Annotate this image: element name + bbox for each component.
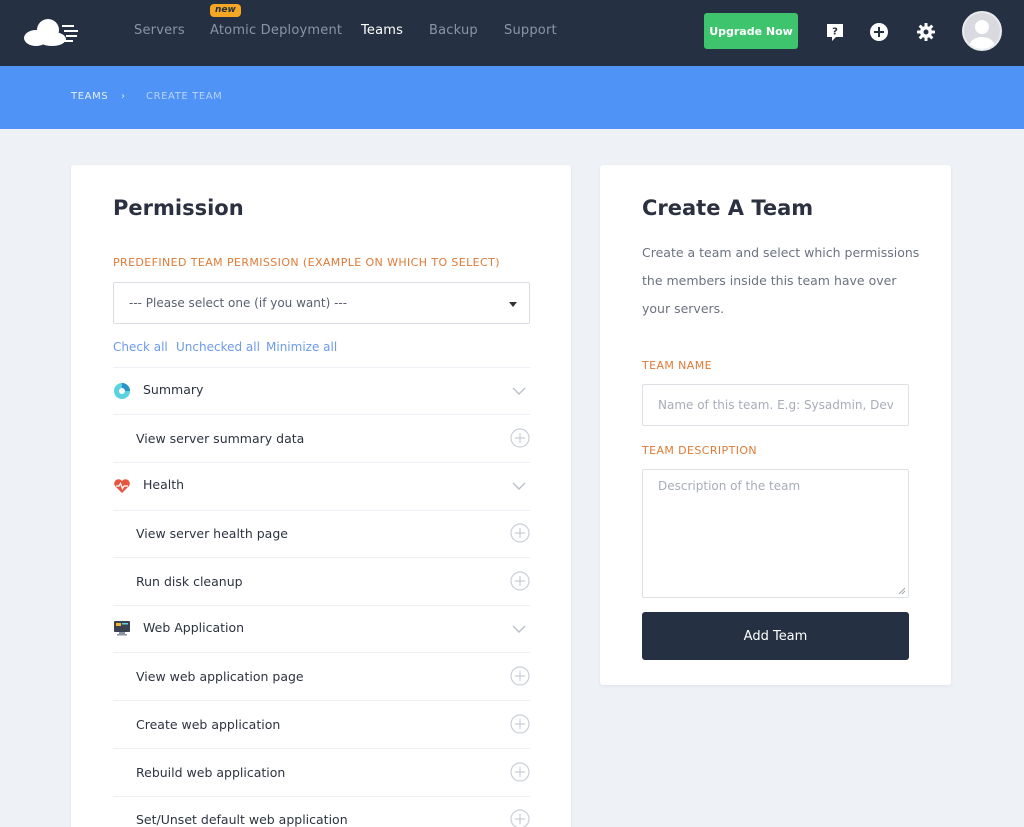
permission-item-label: View server summary data — [136, 431, 305, 446]
svg-text:?: ? — [832, 27, 838, 38]
nav-support[interactable]: Support — [504, 23, 557, 38]
permission-title: Permission — [113, 196, 244, 220]
permission-item-label: View web application page — [136, 669, 304, 684]
cloud-logo-icon[interactable] — [22, 16, 80, 48]
minimize-all-link[interactable]: Minimize all — [266, 340, 337, 354]
avatar[interactable] — [962, 11, 1002, 51]
permission-item[interactable]: Set/Unset default web application — [113, 797, 530, 827]
chevron-down-icon[interactable] — [512, 481, 526, 491]
uncheck-all-link[interactable]: Unchecked all — [176, 340, 260, 354]
team-description-textarea[interactable] — [642, 469, 909, 598]
team-name-input[interactable] — [642, 384, 909, 426]
chevron-down-icon[interactable] — [512, 624, 526, 634]
create-team-description-line: the members inside this team have over — [642, 273, 897, 288]
monitor-icon — [114, 621, 130, 636]
permission-item-label: View server health page — [136, 526, 288, 541]
select-value: --- Please select one (if you want) --- — [129, 296, 348, 310]
top-navbar: Servers new Atomic Deployment Teams Back… — [0, 0, 1024, 66]
add-team-button[interactable]: Add Team — [642, 612, 909, 660]
pie-chart-icon — [114, 383, 130, 399]
permission-item[interactable]: View server health page — [113, 511, 530, 557]
plus-circle-icon[interactable] — [510, 762, 530, 782]
permission-item[interactable]: Run disk cleanup — [113, 558, 530, 604]
plus-circle-icon[interactable] — [510, 523, 530, 543]
permission-item-label: Run disk cleanup — [136, 574, 243, 589]
gear-icon[interactable] — [916, 22, 936, 42]
team-name-label: TEAM NAME — [642, 359, 712, 372]
permission-item[interactable]: View server summary data — [113, 415, 530, 461]
nav-backup[interactable]: Backup — [429, 23, 478, 38]
breadcrumb-separator: › — [121, 91, 126, 102]
plus-circle-icon[interactable] — [510, 571, 530, 591]
plus-circle-icon[interactable] — [510, 428, 530, 448]
help-icon[interactable]: ? — [825, 22, 845, 42]
upgrade-now-button[interactable]: Upgrade Now — [704, 13, 798, 49]
breadcrumb-create-team: CREATE TEAM — [146, 91, 223, 102]
chevron-down-icon[interactable] — [512, 386, 526, 396]
permission-item-label: Rebuild web application — [136, 765, 286, 780]
heartbeat-icon — [114, 479, 130, 493]
group-label: Web Application — [143, 620, 245, 635]
create-team-description-line: Create a team and select which permissio… — [642, 245, 920, 260]
create-team-title: Create A Team — [642, 196, 814, 220]
check-all-link[interactable]: Check all — [113, 340, 168, 354]
permission-item-label: Create web application — [136, 717, 281, 732]
resize-grip-icon[interactable] — [898, 587, 906, 595]
group-label: Health — [143, 477, 185, 492]
permission-item[interactable]: Create web application — [113, 701, 530, 747]
user-icon — [969, 20, 995, 49]
permission-item-label: Set/Unset default web application — [136, 812, 348, 827]
plus-circle-icon[interactable] — [510, 714, 530, 734]
predefined-permission-label: PREDEFINED TEAM PERMISSION (EXAMPLE ON W… — [113, 256, 500, 269]
group-label: Summary — [143, 382, 204, 397]
nav-servers[interactable]: Servers — [134, 23, 185, 38]
predefined-permission-select[interactable]: --- Please select one (if you want) --- — [113, 282, 530, 324]
new-badge: new — [210, 4, 241, 17]
permission-item[interactable]: Rebuild web application — [113, 749, 530, 795]
caret-down-icon — [509, 302, 517, 307]
permission-group-health[interactable]: Health — [113, 463, 530, 509]
nav-teams[interactable]: Teams — [361, 23, 403, 38]
breadcrumb-teams[interactable]: TEAMS — [71, 91, 108, 102]
permission-item[interactable]: View web application page — [113, 653, 530, 699]
team-description-label: TEAM DESCRIPTION — [642, 444, 758, 457]
permission-group-summary[interactable]: Summary — [113, 368, 530, 414]
nav-atomic-deployment[interactable]: Atomic Deployment — [210, 23, 342, 38]
add-circle-icon[interactable] — [869, 22, 889, 42]
permission-group-web-application[interactable]: Web Application — [113, 606, 530, 652]
plus-circle-icon[interactable] — [510, 809, 530, 827]
create-team-description-line: your servers. — [642, 301, 725, 316]
plus-circle-icon[interactable] — [510, 666, 530, 686]
